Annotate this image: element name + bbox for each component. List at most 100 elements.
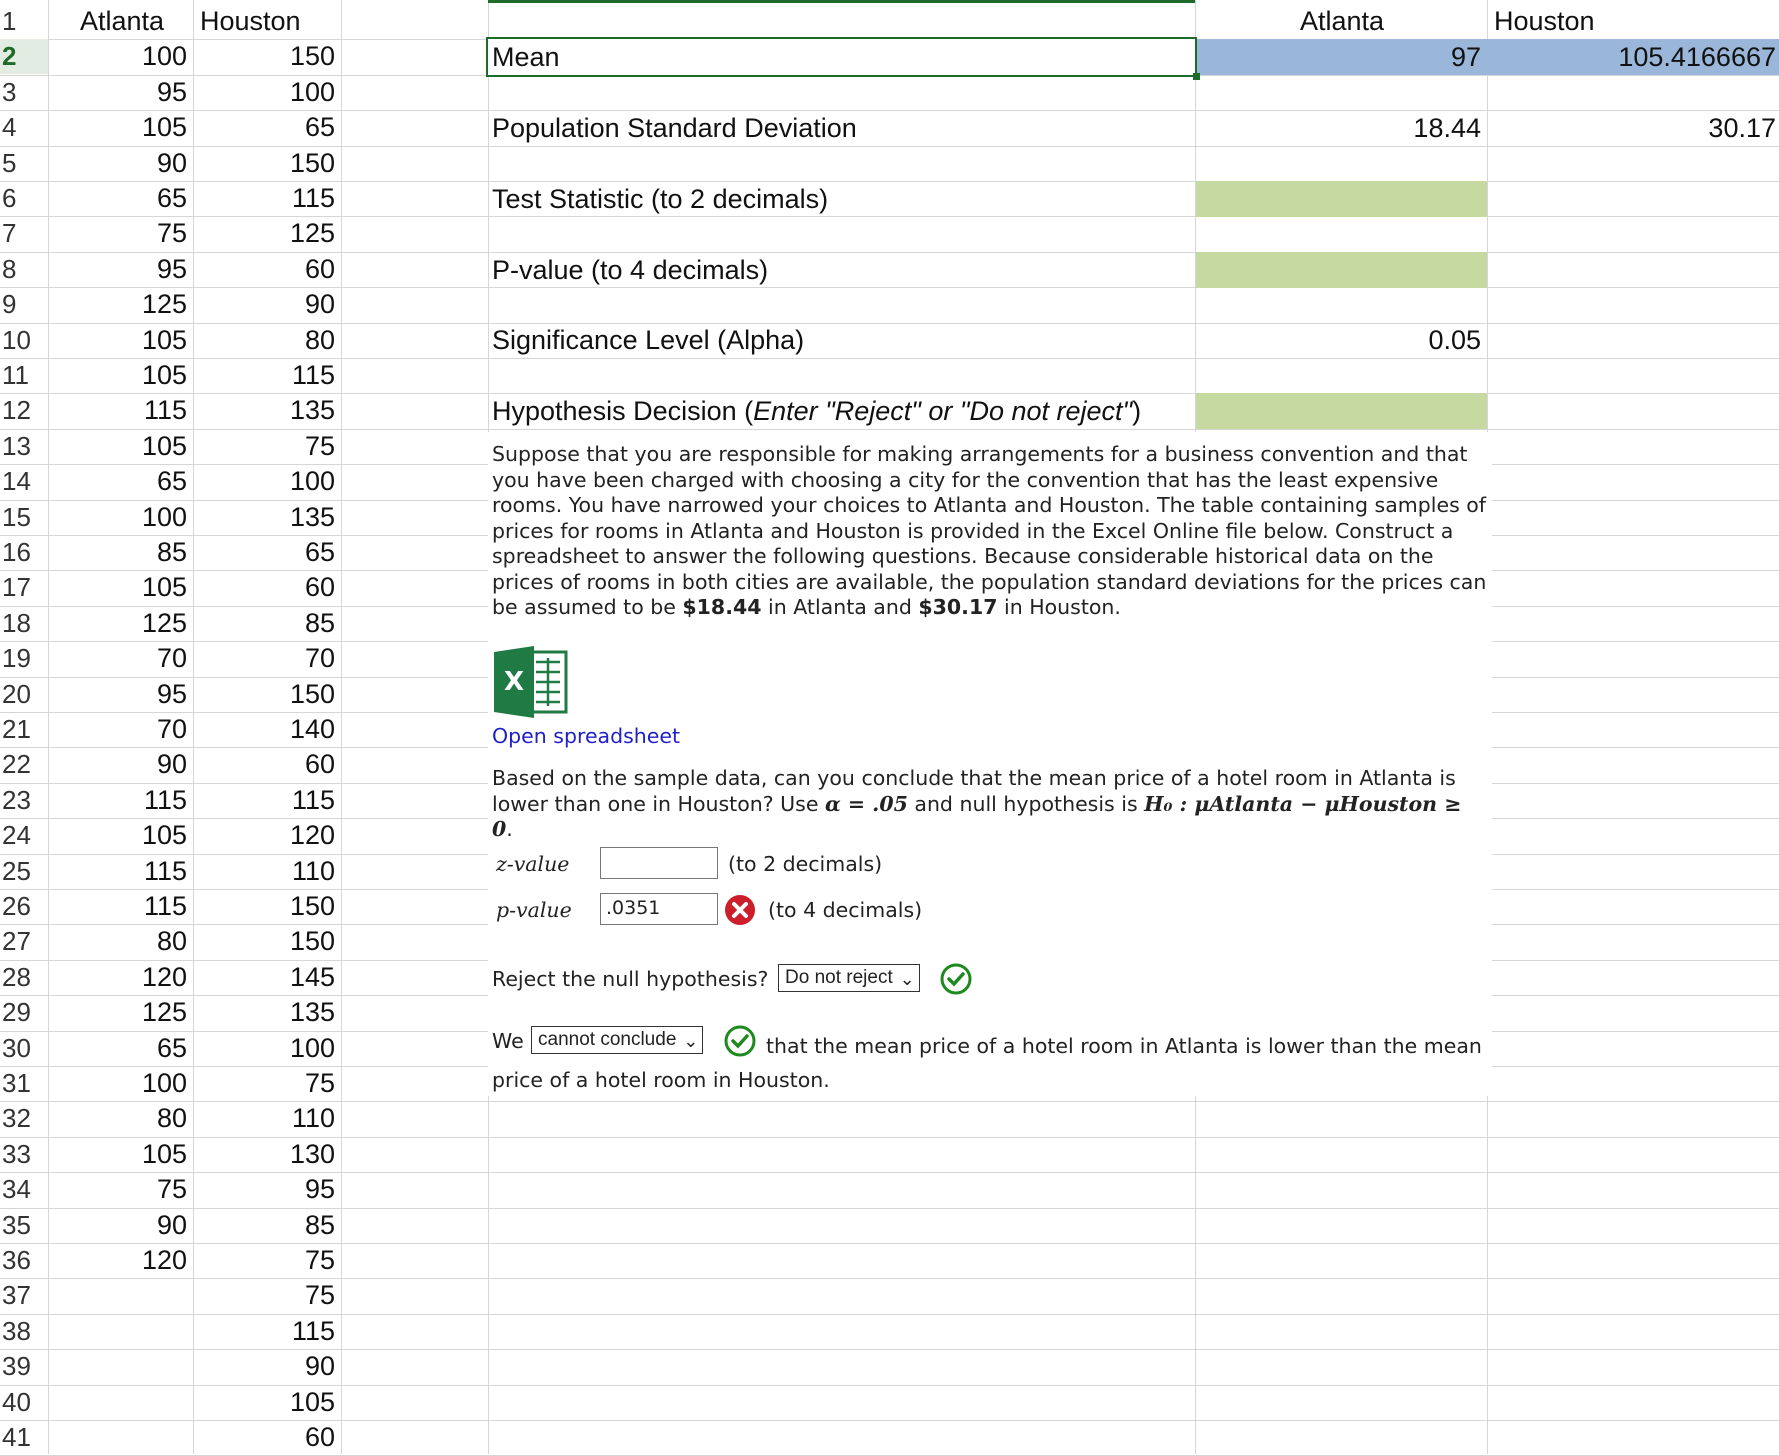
- row-number[interactable]: 8: [0, 252, 48, 287]
- houston-cell[interactable]: 115: [194, 1314, 341, 1349]
- atlanta-cell[interactable]: 120: [49, 960, 193, 995]
- atlanta-cell[interactable]: 105: [49, 570, 193, 605]
- atlanta-cell[interactable]: 105: [49, 110, 193, 145]
- row-number[interactable]: 37: [0, 1278, 48, 1313]
- row-number[interactable]: 6: [0, 181, 48, 216]
- atlanta-cell[interactable]: 100: [49, 1066, 193, 1101]
- atlanta-cell[interactable]: 70: [49, 712, 193, 747]
- atlanta-cell[interactable]: 65: [49, 464, 193, 499]
- atlanta-cell[interactable]: 75: [49, 216, 193, 251]
- houston-cell[interactable]: 150: [194, 924, 341, 959]
- sd-houston[interactable]: 30.17: [1488, 111, 1779, 146]
- row-number[interactable]: 24: [0, 818, 48, 853]
- atlanta-cell[interactable]: 105: [49, 323, 193, 358]
- atlanta-cell[interactable]: 95: [49, 677, 193, 712]
- atlanta-cell[interactable]: 90: [49, 747, 193, 782]
- row-number[interactable]: 3: [0, 75, 48, 110]
- row-number[interactable]: 14: [0, 464, 48, 499]
- houston-cell[interactable]: 90: [194, 1349, 341, 1384]
- row-number[interactable]: 38: [0, 1314, 48, 1349]
- z-value-input[interactable]: [600, 847, 718, 879]
- test-statistic-cell[interactable]: [1196, 181, 1487, 217]
- atlanta-cell[interactable]: 95: [49, 252, 193, 287]
- houston-cell[interactable]: 135: [194, 393, 341, 428]
- alpha-value[interactable]: 0.05: [1196, 323, 1487, 358]
- row-number[interactable]: 21: [0, 712, 48, 747]
- header-houston[interactable]: Houston: [200, 4, 301, 39]
- atlanta-cell[interactable]: 65: [49, 181, 193, 216]
- houston-cell[interactable]: 110: [194, 854, 341, 889]
- row-number[interactable]: 30: [0, 1031, 48, 1066]
- houston-cell[interactable]: 100: [194, 75, 341, 110]
- houston-cell[interactable]: 150: [194, 677, 341, 712]
- row-number[interactable]: 34: [0, 1172, 48, 1207]
- row-number[interactable]: 18: [0, 606, 48, 641]
- row-number[interactable]: 27: [0, 924, 48, 959]
- atlanta-cell[interactable]: 125: [49, 287, 193, 322]
- atlanta-cell[interactable]: 100: [49, 39, 193, 74]
- atlanta-cell[interactable]: 115: [49, 783, 193, 818]
- row-number[interactable]: 23: [0, 783, 48, 818]
- houston-cell[interactable]: 110: [194, 1101, 341, 1136]
- houston-cell[interactable]: 115: [194, 358, 341, 393]
- houston-cell[interactable]: 115: [194, 181, 341, 216]
- row-number[interactable]: 4: [0, 110, 48, 145]
- atlanta-cell[interactable]: 95: [49, 75, 193, 110]
- houston-cell[interactable]: 75: [194, 1278, 341, 1313]
- open-spreadsheet-link[interactable]: Open spreadsheet: [492, 724, 680, 748]
- houston-cell[interactable]: 60: [194, 252, 341, 287]
- houston-cell[interactable]: 65: [194, 535, 341, 570]
- atlanta-cell[interactable]: 105: [49, 818, 193, 853]
- header-atlanta[interactable]: Atlanta: [80, 4, 164, 39]
- houston-cell[interactable]: 65: [194, 110, 341, 145]
- atlanta-cell[interactable]: 115: [49, 393, 193, 428]
- atlanta-cell[interactable]: 90: [49, 1208, 193, 1243]
- houston-cell[interactable]: 130: [194, 1137, 341, 1172]
- row-number[interactable]: 28: [0, 960, 48, 995]
- atlanta-cell[interactable]: 125: [49, 995, 193, 1030]
- atlanta-cell[interactable]: 120: [49, 1243, 193, 1278]
- reject-select[interactable]: Do not reject ⌄: [778, 964, 920, 992]
- row-number[interactable]: 36: [0, 1243, 48, 1278]
- row-number[interactable]: 31: [0, 1066, 48, 1101]
- row-number[interactable]: 35: [0, 1208, 48, 1243]
- row-number[interactable]: 32: [0, 1101, 48, 1136]
- atlanta-cell[interactable]: 115: [49, 854, 193, 889]
- atlanta-cell[interactable]: 80: [49, 1101, 193, 1136]
- row-number[interactable]: 13: [0, 429, 48, 464]
- summary-header-atlanta[interactable]: Atlanta: [1300, 4, 1384, 39]
- houston-cell[interactable]: 70: [194, 641, 341, 676]
- row-number[interactable]: 19: [0, 641, 48, 676]
- row-number[interactable]: 20: [0, 677, 48, 712]
- row-number[interactable]: 11: [0, 358, 48, 393]
- row-number[interactable]: 5: [0, 146, 48, 181]
- summary-header-houston[interactable]: Houston: [1494, 4, 1595, 39]
- houston-cell[interactable]: 60: [194, 1420, 341, 1455]
- row-number[interactable]: 12: [0, 393, 48, 428]
- atlanta-cell[interactable]: 105: [49, 1137, 193, 1172]
- sd-atlanta[interactable]: 18.44: [1196, 111, 1487, 146]
- houston-cell[interactable]: 145: [194, 960, 341, 995]
- mean-houston[interactable]: 105.4166667: [1488, 40, 1779, 75]
- atlanta-cell[interactable]: 85: [49, 535, 193, 570]
- row-number[interactable]: 25: [0, 854, 48, 889]
- atlanta-cell[interactable]: 115: [49, 889, 193, 924]
- atlanta-cell[interactable]: 80: [49, 924, 193, 959]
- atlanta-cell[interactable]: 65: [49, 1031, 193, 1066]
- houston-cell[interactable]: 105: [194, 1385, 341, 1420]
- row-number[interactable]: 16: [0, 535, 48, 570]
- mean-atlanta[interactable]: 97: [1196, 40, 1487, 75]
- houston-cell[interactable]: 85: [194, 1208, 341, 1243]
- atlanta-cell[interactable]: 125: [49, 606, 193, 641]
- houston-cell[interactable]: 80: [194, 323, 341, 358]
- p-value-input[interactable]: .0351: [600, 893, 718, 925]
- pvalue-cell[interactable]: [1196, 252, 1487, 288]
- houston-cell[interactable]: 150: [194, 39, 341, 74]
- houston-cell[interactable]: 75: [194, 429, 341, 464]
- row-number[interactable]: 10: [0, 323, 48, 358]
- atlanta-cell[interactable]: 70: [49, 641, 193, 676]
- houston-cell[interactable]: 120: [194, 818, 341, 853]
- atlanta-cell[interactable]: 100: [49, 500, 193, 535]
- houston-cell[interactable]: 150: [194, 146, 341, 181]
- houston-cell[interactable]: 115: [194, 783, 341, 818]
